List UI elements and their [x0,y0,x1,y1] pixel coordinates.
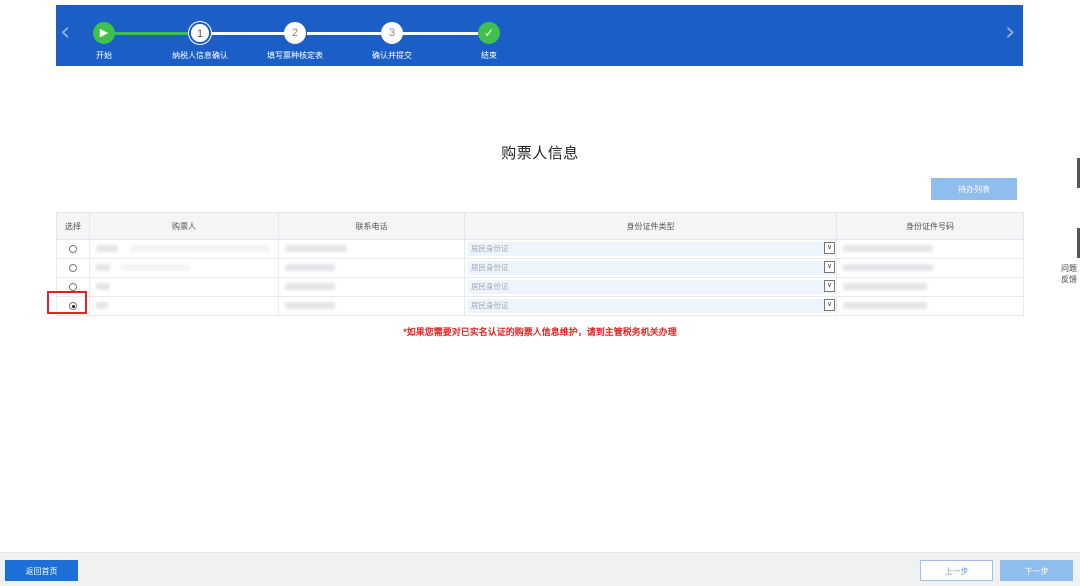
id-type-cell: 居民身份证 ∨ [464,239,837,259]
table-row: 居民身份证 ∨ [56,258,1024,278]
selection-highlight-box [47,291,87,314]
previous-step-button[interactable]: 上一步 [920,560,993,581]
check-icon: ✓ [478,22,500,44]
footer-bar: 返回首页 上一步 下一步 [0,552,1080,586]
table-row: 居民身份证 ∨ [56,296,1024,316]
phone-cell [278,277,465,297]
step-label-taxpayer-confirm: 纳税人信息确认 [172,51,228,60]
row-radio[interactable] [69,245,77,253]
redacted-name [130,245,270,252]
step-connector-done [115,32,194,35]
step-1-circle: 1 [189,22,211,44]
redacted-phone [285,302,335,309]
row-radio[interactable] [69,283,77,291]
id-type-select[interactable]: 居民身份证 ∨ [468,299,835,313]
redacted-id-number [843,264,933,271]
step-label-confirm-submit: 确认并提交 [372,51,412,60]
chevron-left-icon[interactable]: ‹ [60,19,74,45]
chevron-down-icon[interactable]: ∨ [824,280,835,292]
step-connector [212,32,291,35]
column-header-select: 选择 [56,212,90,240]
table-row: 居民身份证 ∨ [56,277,1024,297]
select-cell [56,258,90,278]
return-home-button[interactable]: 返回首页 [5,560,78,581]
column-header-id-type: 身份证件类型 [464,212,837,240]
id-type-cell: 居民身份证 ∨ [464,258,837,278]
redacted-id-number [843,283,927,290]
phone-cell [278,258,465,278]
buyer-name-cell [89,258,279,278]
redacted-id-number [843,245,933,252]
step-connector [402,32,481,35]
row-radio[interactable] [69,264,77,272]
step-3-circle: 3 [381,22,403,44]
feedback-link[interactable]: 问题反馈 [1058,263,1080,285]
id-type-select[interactable]: 居民身份证 ∨ [468,261,835,275]
todo-list-button[interactable]: 待办列表 [931,178,1017,200]
warning-note: *如果您需要对已实名认证的购票人信息维护，请到主管税务机关办理 [403,327,677,337]
table-row: 居民身份证 ∨ [56,239,1024,259]
id-number-cell [836,296,1024,316]
redacted-name [120,264,190,271]
id-number-cell [836,258,1024,278]
chevron-right-icon[interactable]: › [1005,19,1019,45]
step-label-fill-form: 填写票种核定表 [267,51,323,60]
id-type-select[interactable]: 居民身份证 ∨ [468,280,835,294]
id-type-value: 居民身份证 [471,263,509,272]
step-progress-bar: ‹ › ▶ 1 2 3 ✓ 开始 纳税人信息确认 填写票种核定表 确认并提交 结… [56,5,1023,66]
redacted-id-number [843,302,927,309]
page-title: 购票人信息 [501,145,579,162]
chevron-down-icon[interactable]: ∨ [824,242,835,254]
redacted-phone [285,245,347,252]
select-cell [56,239,90,259]
chevron-down-icon[interactable]: ∨ [824,299,835,311]
redacted-name [96,264,110,271]
buyer-name-cell [89,277,279,297]
play-icon: ▶ [93,22,115,44]
id-number-cell [836,239,1024,259]
id-type-value: 居民身份证 [471,244,509,253]
step-2-circle: 2 [284,22,306,44]
step-connector [307,32,386,35]
chevron-down-icon[interactable]: ∨ [824,261,835,273]
id-number-cell [836,277,1024,297]
buyer-table: 选择 购票人 联系电话 身份证件类型 身份证件号码 居民身份证 ∨ 居民身份证 ∨ … [56,212,1024,316]
column-header-phone: 联系电话 [278,212,465,240]
id-type-value: 居民身份证 [471,301,509,310]
column-header-buyer: 购票人 [89,212,279,240]
redacted-phone [285,283,335,290]
id-type-value: 居民身份证 [471,282,509,291]
buyer-name-cell [89,296,279,316]
step-label-start: 开始 [96,51,112,60]
redacted-name [96,302,108,309]
step-label-end: 结束 [481,51,497,60]
buyer-name-cell [89,239,279,259]
phone-cell [278,239,465,259]
next-step-button[interactable]: 下一步 [1000,560,1073,581]
id-type-select[interactable]: 居民身份证 ∨ [468,242,835,256]
phone-cell [278,296,465,316]
id-type-cell: 居民身份证 ∨ [464,296,837,316]
column-header-id-number: 身份证件号码 [836,212,1024,240]
id-type-cell: 居民身份证 ∨ [464,277,837,297]
redacted-name [96,245,118,252]
redacted-phone [285,264,335,271]
redacted-name [96,283,110,290]
table-header-row: 选择 购票人 联系电话 身份证件类型 身份证件号码 [56,212,1024,240]
